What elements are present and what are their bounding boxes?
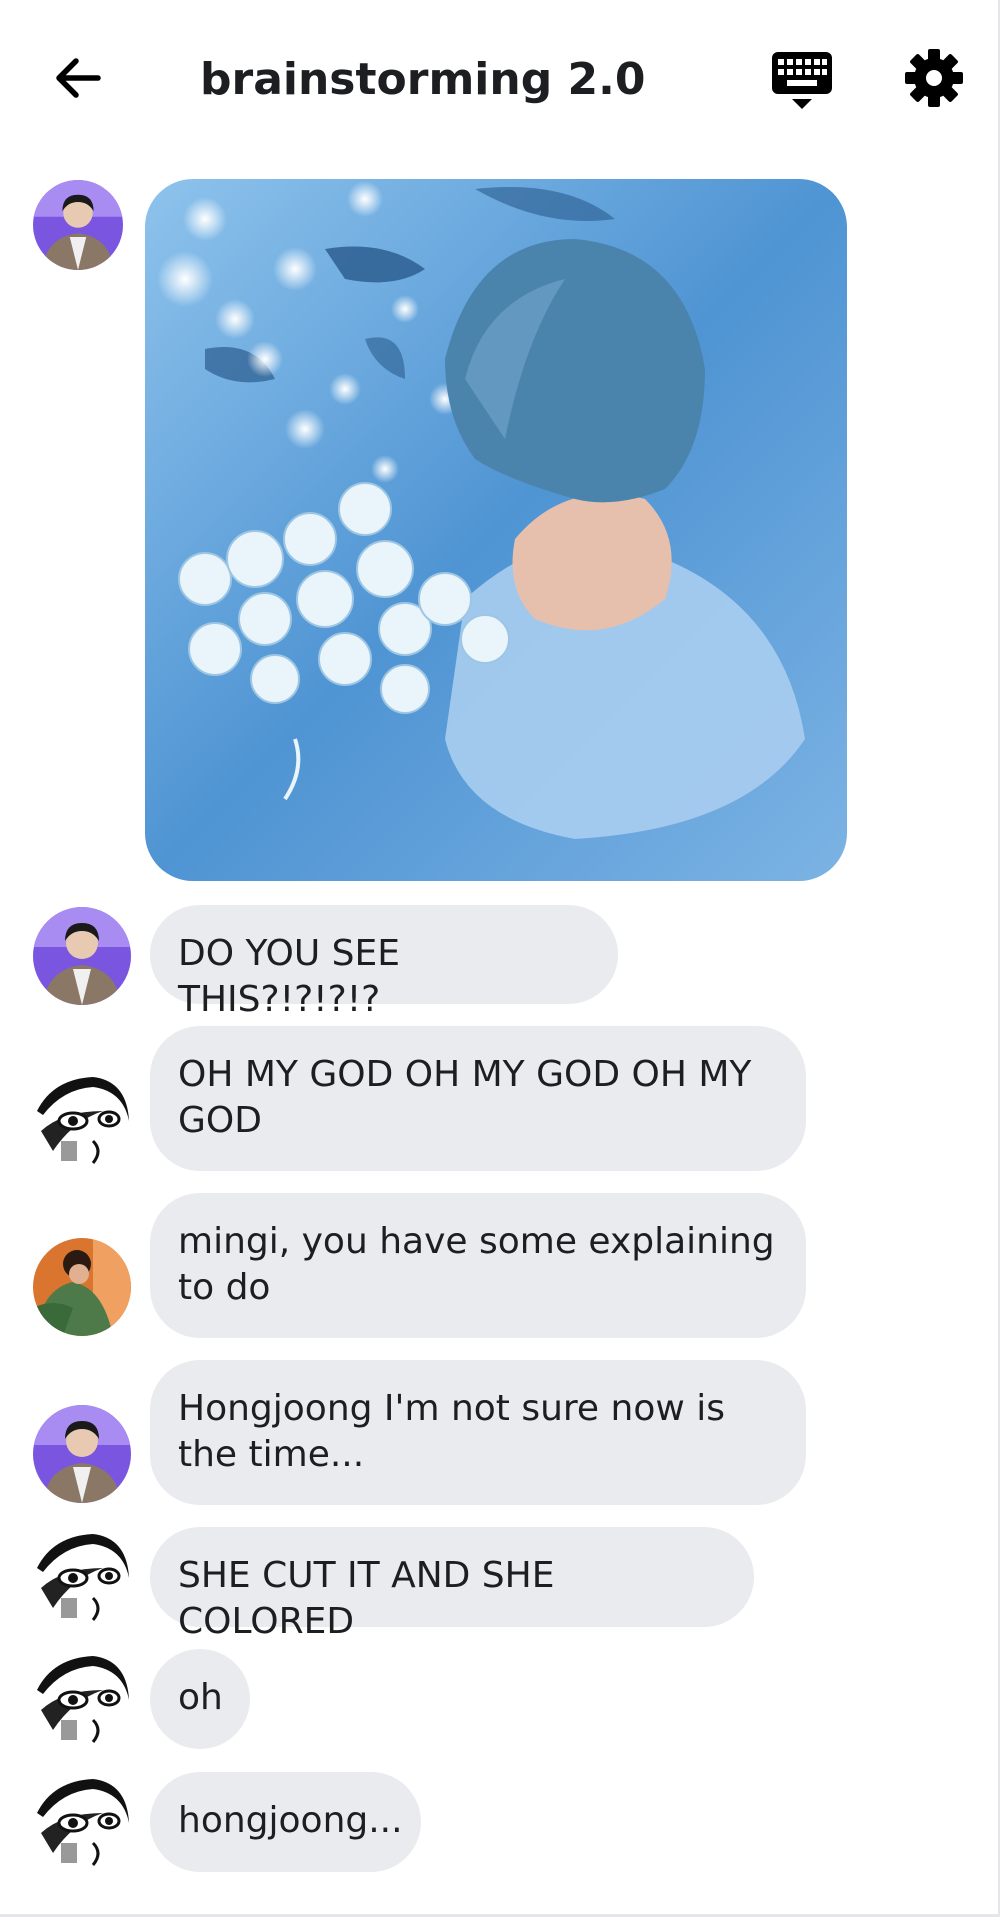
message-bubble[interactable]: DO YOU SEE THIS?!?!?!? xyxy=(150,905,618,1020)
avatar-manga[interactable] xyxy=(33,1773,131,1871)
keyboard-toggle-button[interactable] xyxy=(770,50,834,112)
message-bubble[interactable]: Hongjoong I'm not sure now is the time..… xyxy=(150,1360,806,1505)
avatar-purple-suit[interactable] xyxy=(33,907,131,1005)
shared-photo[interactable] xyxy=(145,179,847,881)
avatar-purple-suit[interactable] xyxy=(33,1405,131,1503)
avatar-manga[interactable] xyxy=(33,1650,131,1748)
back-button[interactable] xyxy=(48,48,108,108)
avatar-purple-suit[interactable] xyxy=(33,180,123,270)
message-bubble[interactable]: hongjoong... xyxy=(150,1772,421,1872)
avatar-manga[interactable] xyxy=(33,1528,131,1626)
message-bubble[interactable]: OH MY GOD OH MY GOD OH MY GOD xyxy=(150,1026,806,1171)
message-bubble[interactable]: SHE CUT IT AND SHE COLORED xyxy=(150,1527,754,1642)
message-bubble[interactable]: mingi, you have some explaining to do xyxy=(150,1193,806,1338)
message-bubble[interactable]: oh xyxy=(150,1649,250,1749)
photo-girl-in-water-with-roses xyxy=(145,179,847,881)
gear-icon xyxy=(905,49,963,107)
chat-title: brainstorming 2.0 xyxy=(200,54,646,105)
chat-header: brainstorming 2.0 xyxy=(0,0,1002,158)
avatar-orange-green[interactable] xyxy=(33,1238,131,1336)
keyboard-icon xyxy=(772,52,832,109)
avatar-manga[interactable] xyxy=(33,1071,131,1169)
settings-button[interactable] xyxy=(904,48,964,108)
arrow-left-icon xyxy=(56,58,101,98)
